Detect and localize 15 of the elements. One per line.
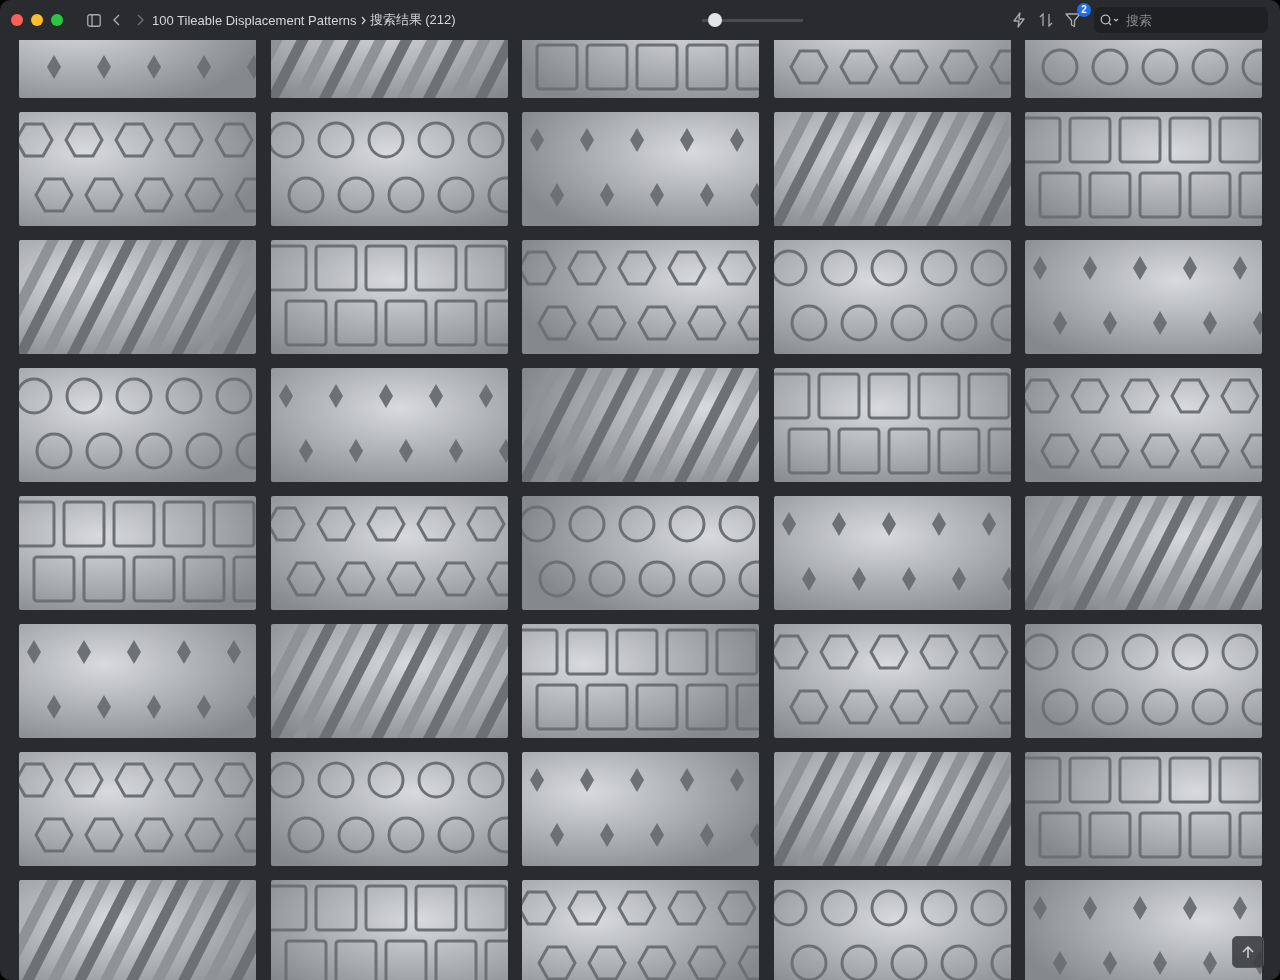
- forward-icon[interactable]: [137, 14, 144, 26]
- sidebar-icon[interactable]: [87, 13, 101, 27]
- search-bar[interactable]: 搜索: [1094, 7, 1268, 33]
- chevron-icon: [360, 15, 366, 25]
- window-title: 100 Tileable Displacement Patterns: [152, 12, 357, 28]
- zoom-button[interactable]: [51, 14, 63, 26]
- filter-count: 2: [1077, 3, 1091, 17]
- search-field[interactable]: 搜索: [1124, 11, 1262, 29]
- back-icon[interactable]: [113, 14, 120, 26]
- minimize-button[interactable]: [31, 14, 43, 26]
- close-button[interactable]: [11, 14, 23, 26]
- search-icon[interactable]: [1100, 14, 1120, 26]
- arrow-up-icon: [1242, 945, 1254, 959]
- breadcrumb[interactable]: 搜索结果 (212): [369, 11, 456, 29]
- scroll-to-top-button[interactable]: [1232, 936, 1264, 968]
